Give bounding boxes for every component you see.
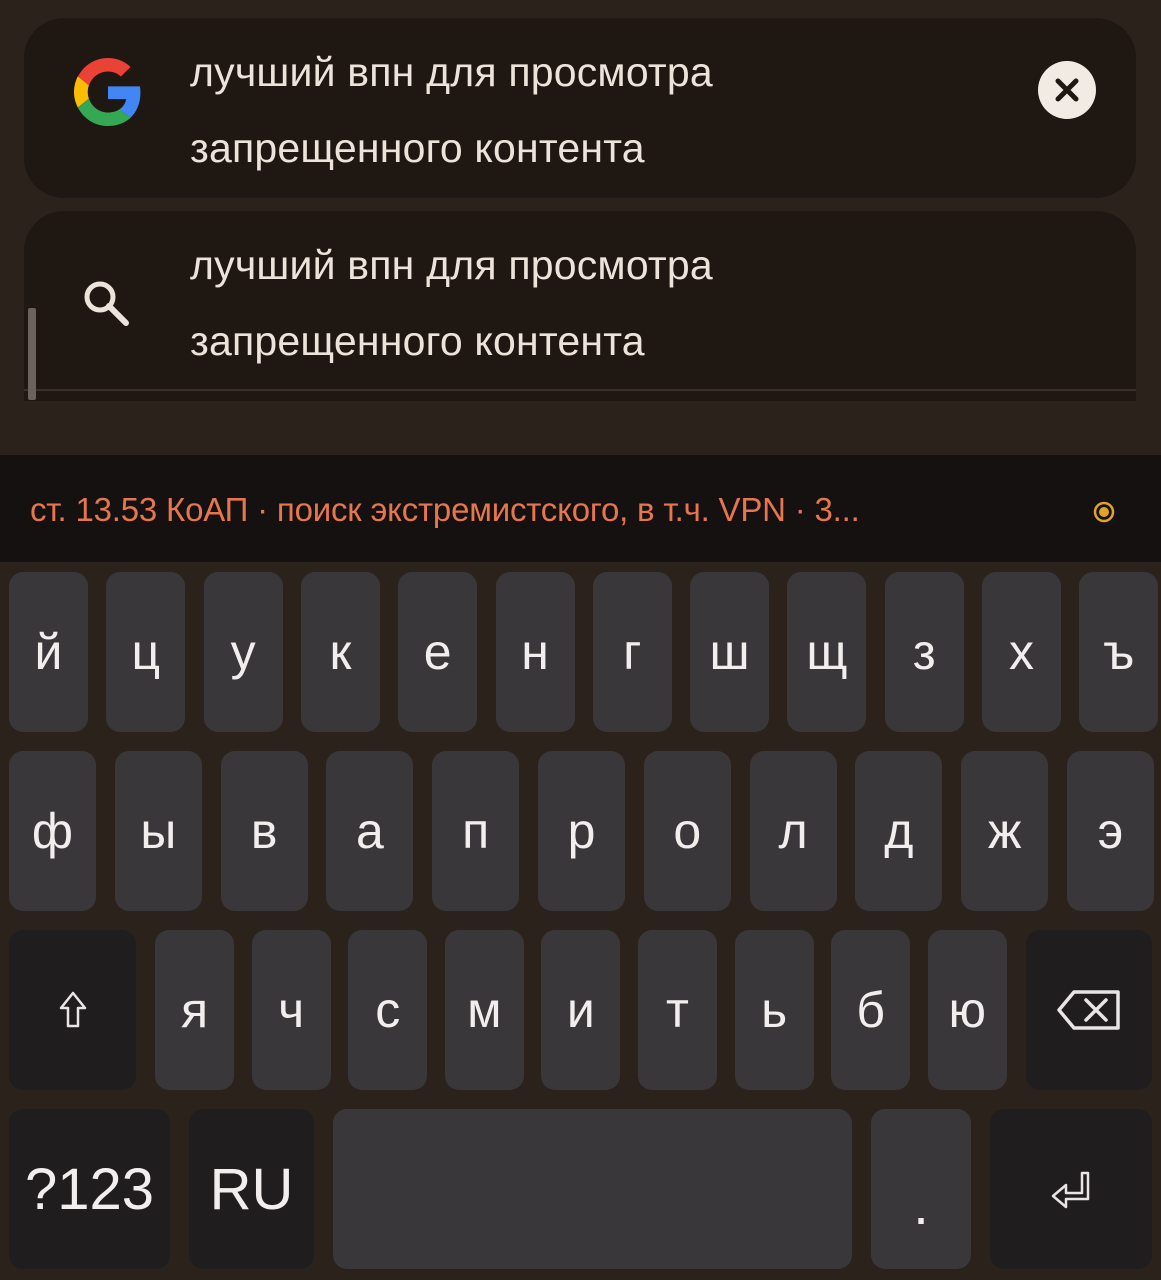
key-ж[interactable]: ж [961, 751, 1049, 911]
keyboard-suggestion-text[interactable]: ст. 13.53 КоАП · поиск экстремистского, … [30, 491, 860, 529]
close-icon [1055, 78, 1079, 102]
key-label: п [462, 803, 490, 859]
key-ц[interactable]: ц [106, 572, 186, 732]
search-result-line2: запрещенного контента [190, 125, 645, 171]
key-л[interactable]: л [749, 751, 837, 911]
key-label: ь [761, 982, 788, 1038]
key-ы[interactable]: ы [114, 751, 202, 911]
key-label: н [521, 624, 549, 680]
period-key[interactable]: . [871, 1109, 971, 1269]
search-suggestion-line2: запрещенного контента [190, 318, 645, 364]
key-label: х [1009, 624, 1034, 680]
symbols-key-label: ?123 [24, 1156, 155, 1222]
key-м[interactable]: м [444, 930, 524, 1090]
key-label: ц [131, 624, 161, 680]
key-о[interactable]: о [643, 751, 731, 911]
key-ч[interactable]: ч [251, 930, 331, 1090]
clear-button[interactable] [1038, 61, 1096, 119]
key-label: ф [31, 803, 74, 859]
shift-key[interactable] [9, 930, 136, 1090]
key-и[interactable]: и [541, 930, 621, 1090]
google-g-icon [74, 58, 141, 126]
key-label: л [778, 803, 808, 859]
key-label: е [423, 624, 452, 680]
language-key-label: RU [209, 1156, 294, 1222]
key-у[interactable]: у [203, 572, 283, 732]
key-label: ы [140, 803, 177, 859]
key-к[interactable]: к [300, 572, 380, 732]
key-label: т [666, 982, 689, 1038]
key-label: б [856, 982, 885, 1038]
key-label: м [467, 982, 502, 1038]
key-label: й [34, 624, 63, 680]
key-т[interactable]: т [638, 930, 717, 1090]
key-label: и [566, 982, 595, 1038]
suggestion-indicator-icon[interactable] [1093, 501, 1115, 523]
key-label: а [355, 803, 384, 859]
key-label: с [375, 982, 401, 1038]
key-е[interactable]: е [398, 572, 478, 732]
search-suggestion-text: лучший впн для просмотра запрещенного ко… [190, 227, 713, 379]
key-щ[interactable]: щ [787, 572, 867, 732]
key-label: у [230, 624, 256, 680]
backspace-key[interactable] [1026, 930, 1152, 1090]
enter-icon [1051, 1171, 1090, 1209]
key-label: ж [987, 803, 1022, 859]
enter-key[interactable] [990, 1109, 1152, 1269]
search-result-google[interactable]: лучший впн для просмотра запрещенного ко… [24, 18, 1136, 198]
key-з[interactable]: з [884, 572, 964, 732]
key-х[interactable]: х [982, 572, 1061, 732]
search-icon [84, 281, 129, 326]
language-key[interactable]: RU [189, 1109, 314, 1269]
period-key-label: . [913, 1172, 929, 1236]
space-key[interactable] [333, 1109, 852, 1269]
key-я[interactable]: я [155, 930, 234, 1090]
key-label: ю [948, 982, 987, 1038]
keyboard: йцукенгшщзхъ фывапролджэ ячсмитьбю ?123 … [0, 562, 1161, 1280]
key-г[interactable]: г [592, 572, 672, 732]
key-label: о [673, 803, 702, 859]
backspace-icon [1057, 990, 1120, 1030]
search-result-line1: лучший впн для просмотра [190, 49, 713, 95]
key-п[interactable]: п [432, 751, 520, 911]
key-label: д [884, 803, 914, 859]
key-ь[interactable]: ь [734, 930, 814, 1090]
key-р[interactable]: р [538, 751, 625, 911]
divider [24, 389, 1136, 391]
key-label: ч [278, 982, 305, 1038]
search-suggestion-item[interactable]: лучший впн для просмотра запрещенного ко… [24, 211, 1136, 401]
key-label: г [623, 624, 642, 680]
shift-arrow-icon [59, 991, 86, 1028]
key-э[interactable]: э [1067, 751, 1154, 911]
keyboard-suggestion-strip: ст. 13.53 КоАП · поиск экстремистского, … [0, 455, 1161, 562]
search-result-text: лучший впн для просмотра запрещенного ко… [190, 34, 713, 186]
key-в[interactable]: в [220, 751, 308, 911]
symbols-key[interactable]: ?123 [9, 1109, 170, 1269]
key-б[interactable]: б [831, 930, 911, 1090]
key-label: ъ [1103, 624, 1135, 680]
key-ю[interactable]: ю [927, 930, 1007, 1090]
key-ш[interactable]: ш [690, 572, 770, 732]
key-label: з [912, 624, 936, 680]
key-label: к [329, 624, 352, 680]
key-н[interactable]: н [495, 572, 575, 732]
key-с[interactable]: с [348, 930, 428, 1090]
key-label: щ [806, 624, 848, 680]
key-д[interactable]: д [855, 751, 943, 911]
key-label: р [567, 803, 596, 859]
key-ъ[interactable]: ъ [1079, 572, 1159, 732]
key-label: ш [709, 624, 750, 680]
key-label: э [1097, 803, 1124, 859]
key-label: я [180, 982, 209, 1038]
key-а[interactable]: а [326, 751, 414, 911]
search-suggestion-line1: лучший впн для просмотра [190, 242, 713, 288]
key-label: в [250, 803, 278, 859]
key-ф[interactable]: ф [9, 751, 96, 911]
scrollbar[interactable] [28, 308, 36, 400]
search-results-panel: лучший впн для просмотра запрещенного ко… [0, 0, 1161, 455]
key-й[interactable]: й [9, 572, 88, 732]
